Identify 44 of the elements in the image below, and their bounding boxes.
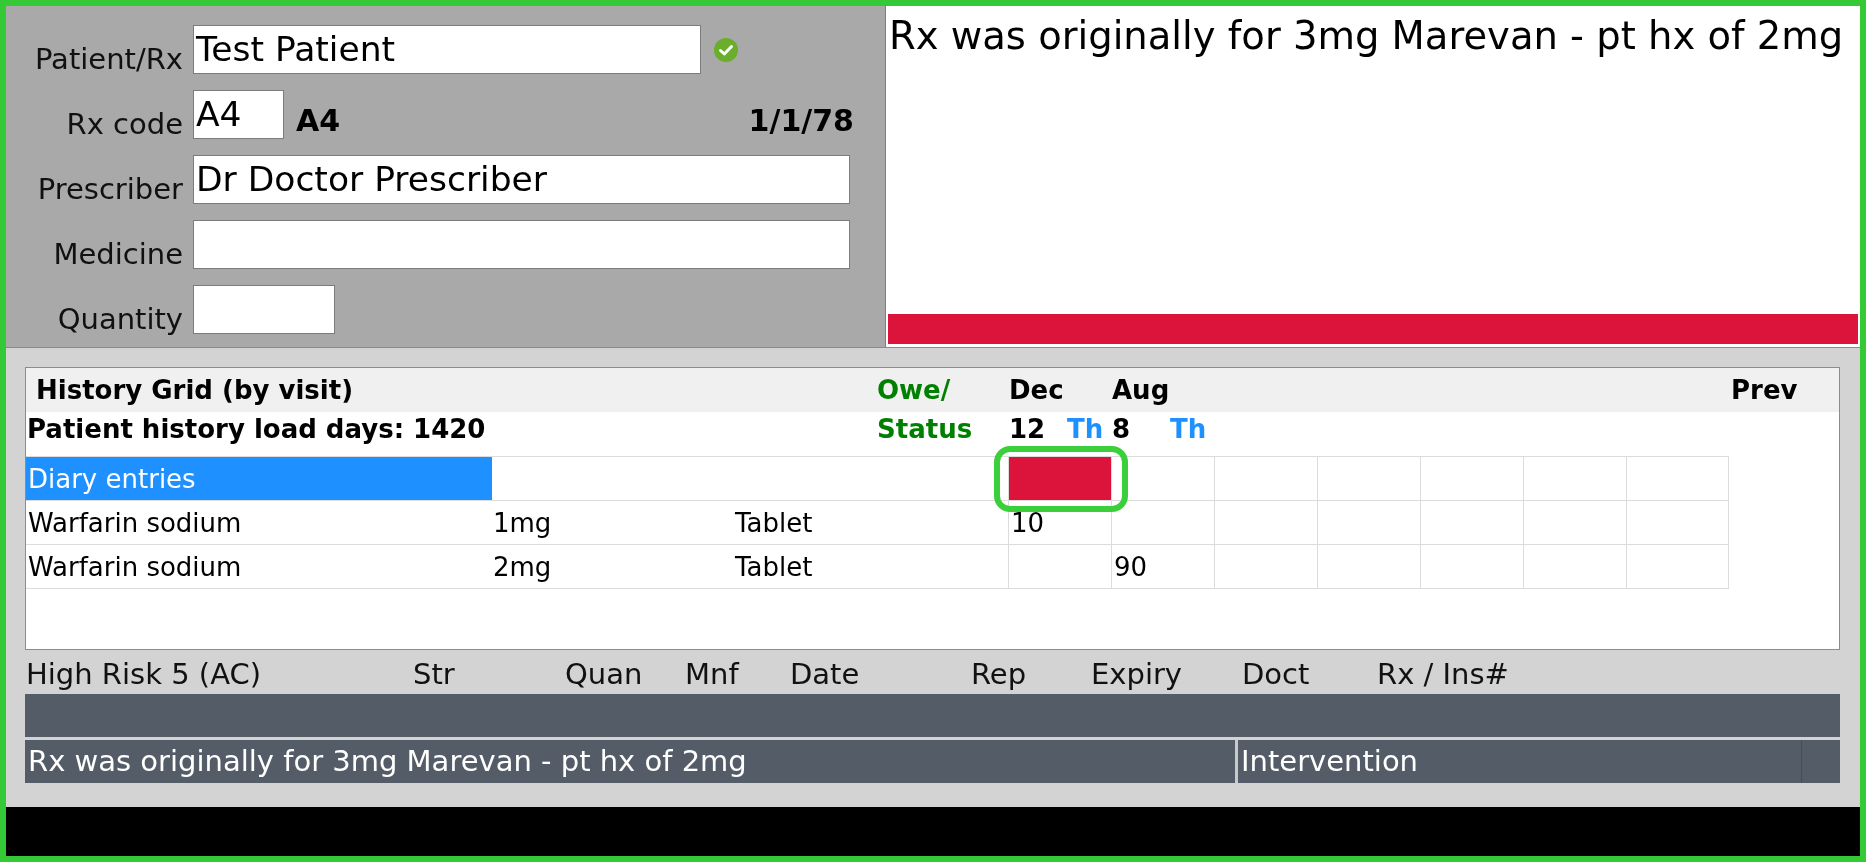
note-text: Rx was originally for 3mg Marevan - pt hx of 2mg	[888, 14, 1845, 58]
column-header: Rep	[970, 656, 1028, 693]
visit-month: Dec	[1008, 374, 1065, 407]
column-header: Expiry	[1090, 656, 1184, 693]
type-text: Intervention	[1235, 740, 1801, 783]
strength-cell-text: 2mg	[492, 551, 553, 584]
input-field[interactable]: Dr Doctor Prescriber	[193, 155, 850, 204]
input-field[interactable]	[193, 220, 850, 269]
visit-cell: 10	[1008, 501, 1111, 544]
field-label: Quantity	[56, 302, 183, 336]
field-label: Patient/Rx	[33, 42, 183, 76]
prev-label: Prev	[1730, 374, 1799, 407]
note-text: Rx was originally for 3mg Marevan - pt hx of 2mg	[27, 743, 748, 780]
note-row[interactable]: Rx was originally for 3mg Marevan - pt hx of 2mg Intervention	[25, 740, 1840, 783]
column-header: Quan	[564, 656, 644, 693]
form-cell-text: Tablet	[734, 551, 814, 584]
visit-month: Aug	[1111, 374, 1171, 407]
owe-label: Owe/	[877, 374, 952, 407]
column-header: Rx / Ins#	[1376, 656, 1510, 693]
field-label: Prescriber	[36, 172, 183, 206]
medicine-cell[interactable]: Warfarin sodium	[26, 501, 492, 544]
visit-day: 12	[1009, 412, 1067, 456]
strength-cell-text: 1mg	[492, 507, 553, 540]
rx-code-text: A4	[296, 103, 341, 139]
visit-cell: 90	[1111, 545, 1214, 588]
column-header: High Risk 5 (AC)	[25, 656, 263, 693]
visit-weekday: Th	[1170, 413, 1208, 446]
input-field[interactable]: A4	[193, 90, 284, 139]
grid-title: History Grid (by visit)	[35, 374, 355, 407]
form-cell-text: Tablet	[734, 507, 814, 540]
visit-weekday: Th	[1067, 413, 1105, 446]
status-label: Status	[877, 413, 974, 446]
column-header: Str	[412, 656, 456, 693]
load-days-text: Patient history load days: 1420	[26, 413, 487, 446]
medicine-cell[interactable]: Warfarin sodium	[26, 545, 492, 588]
input-field[interactable]	[193, 285, 335, 334]
visit-day: 8	[1112, 412, 1170, 456]
field-label: Medicine	[52, 237, 183, 271]
column-header: Date	[789, 656, 861, 693]
column-header: Mnf	[684, 656, 741, 693]
input-field[interactable]: Test Patient	[193, 25, 701, 74]
field-label: Rx code	[65, 107, 183, 141]
column-header: Doct	[1241, 656, 1311, 693]
date-text: 1/1/78	[748, 103, 854, 139]
